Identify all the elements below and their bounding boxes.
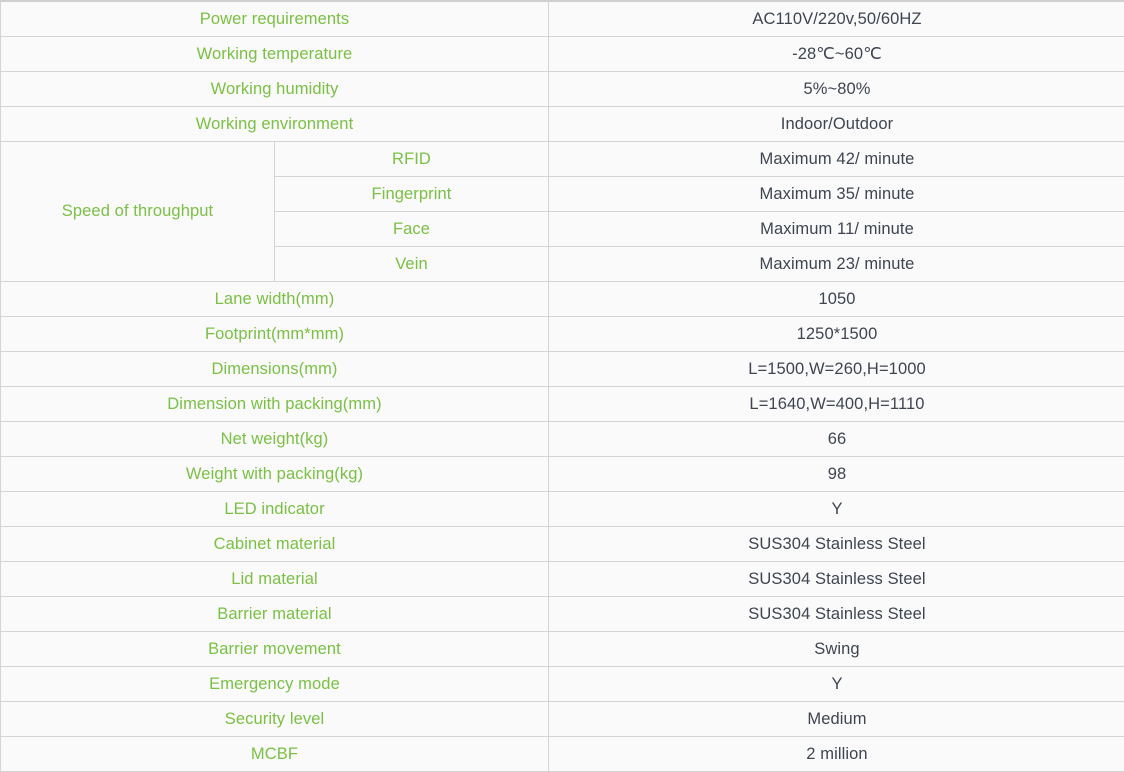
parameter-value-cell: Y — [549, 667, 1124, 702]
table-row: Lid material SUS304 Stainless Steel — [1, 562, 1124, 597]
parameter-name-cell: Power requirements — [1, 1, 549, 37]
parameter-value-cell: Medium — [549, 702, 1124, 737]
throughput-subtype-cell: Vein — [275, 247, 549, 282]
table-row: Net weight(kg) 66 — [1, 422, 1124, 457]
parameter-name-cell: Barrier material — [1, 597, 549, 632]
speed-of-throughput-label: Speed of throughput — [1, 142, 275, 282]
table-row: Working environment Indoor/Outdoor — [1, 107, 1124, 142]
parameter-name-cell: Working humidity — [1, 72, 549, 107]
parameter-value-cell: 98 — [549, 457, 1124, 492]
parameter-name-cell: Dimension with packing(mm) — [1, 387, 549, 422]
parameter-name-cell: Lid material — [1, 562, 549, 597]
table-row: MCBF 2 million — [1, 737, 1124, 772]
throughput-value-cell: Maximum 42/ minute — [549, 142, 1124, 177]
table-row: Dimension with packing(mm) L=1640,W=400,… — [1, 387, 1124, 422]
parameter-name-cell: MCBF — [1, 737, 549, 772]
table-row: LED indicator Y — [1, 492, 1124, 527]
table-row: Cabinet material SUS304 Stainless Steel — [1, 527, 1124, 562]
parameter-value-cell: L=1500,W=260,H=1000 — [549, 352, 1124, 387]
specification-table: Power requirements AC110V/220v,50/60HZ W… — [0, 0, 1124, 772]
parameter-name-cell: Lane width(mm) — [1, 282, 549, 317]
parameter-name-cell: Net weight(kg) — [1, 422, 549, 457]
parameter-value-cell: 66 — [549, 422, 1124, 457]
parameter-name-cell: Working temperature — [1, 37, 549, 72]
parameter-name-cell: Security level — [1, 702, 549, 737]
table-row: Footprint(mm*mm) 1250*1500 — [1, 317, 1124, 352]
throughput-subtype-cell: Fingerprint — [275, 177, 549, 212]
parameter-value-cell: AC110V/220v,50/60HZ — [549, 1, 1124, 37]
table-row: Working humidity 5%~80% — [1, 72, 1124, 107]
parameter-name-cell: LED indicator — [1, 492, 549, 527]
table-row: Working temperature -28℃~60℃ — [1, 37, 1124, 72]
throughput-subtype-cell: RFID — [275, 142, 549, 177]
parameter-name-cell: Footprint(mm*mm) — [1, 317, 549, 352]
throughput-value-cell: Maximum 11/ minute — [549, 212, 1124, 247]
parameter-value-cell: L=1640,W=400,H=1110 — [549, 387, 1124, 422]
table-row: Security level Medium — [1, 702, 1124, 737]
parameter-value-cell: 1050 — [549, 282, 1124, 317]
parameter-value-cell: SUS304 Stainless Steel — [549, 527, 1124, 562]
parameter-name-cell: Working environment — [1, 107, 549, 142]
throughput-value-cell: Maximum 35/ minute — [549, 177, 1124, 212]
parameter-name-cell: Weight with packing(kg) — [1, 457, 549, 492]
parameter-name-cell: Emergency mode — [1, 667, 549, 702]
parameter-value-cell: -28℃~60℃ — [549, 37, 1124, 72]
parameter-name-cell: Cabinet material — [1, 527, 549, 562]
parameter-value-cell: SUS304 Stainless Steel — [549, 562, 1124, 597]
throughput-subtype-cell: Face — [275, 212, 549, 247]
parameter-name-cell: Barrier movement — [1, 632, 549, 667]
parameter-value-cell: Indoor/Outdoor — [549, 107, 1124, 142]
table-row-throughput: Speed of throughput RFID Maximum 42/ min… — [1, 142, 1124, 177]
table-row: Lane width(mm) 1050 — [1, 282, 1124, 317]
table-row: Dimensions(mm) L=1500,W=260,H=1000 — [1, 352, 1124, 387]
table-row: Power requirements AC110V/220v,50/60HZ — [1, 1, 1124, 37]
parameter-value-cell: 1250*1500 — [549, 317, 1124, 352]
parameter-value-cell: Swing — [549, 632, 1124, 667]
parameter-value-cell: 5%~80% — [549, 72, 1124, 107]
table-row: Weight with packing(kg) 98 — [1, 457, 1124, 492]
parameter-value-cell: Y — [549, 492, 1124, 527]
parameter-value-cell: SUS304 Stainless Steel — [549, 597, 1124, 632]
parameter-value-cell: 2 million — [549, 737, 1124, 772]
table-row: Barrier material SUS304 Stainless Steel — [1, 597, 1124, 632]
specification-table-body: Power requirements AC110V/220v,50/60HZ W… — [1, 1, 1124, 772]
parameter-name-cell: Dimensions(mm) — [1, 352, 549, 387]
throughput-value-cell: Maximum 23/ minute — [549, 247, 1124, 282]
table-row: Emergency mode Y — [1, 667, 1124, 702]
table-row: Barrier movement Swing — [1, 632, 1124, 667]
